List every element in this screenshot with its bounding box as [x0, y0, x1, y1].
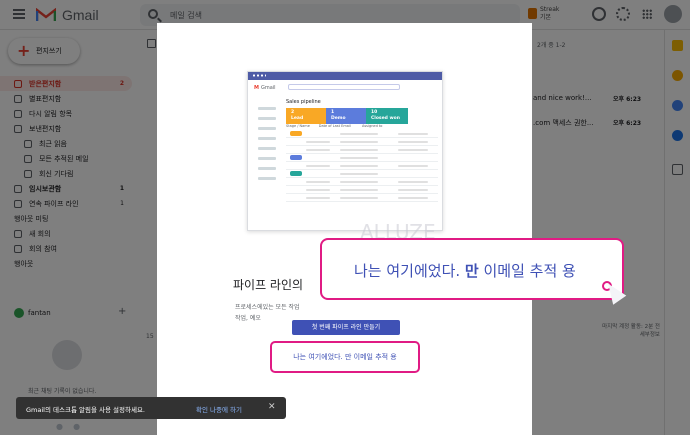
phone-icon[interactable]: ● — [73, 422, 80, 431]
zoom-callout: 나는 여기에었다. 만 이메일 추적 용 — [320, 238, 624, 300]
bottom-bar: ● ● — [56, 422, 80, 431]
email-tracking-only-link[interactable]: 나는 여기에었다. 만 이메일 추적 용 — [270, 341, 420, 373]
pipeline-modal: Gmail Sales pipeline 2 Lead 1 Demo 10 Cl… — [157, 23, 532, 435]
create-pipeline-button[interactable]: 첫 번째 파이프 라인 만들기 — [292, 320, 400, 335]
window-dots-icon — [252, 74, 266, 77]
illustration-app: Gmail — [254, 85, 276, 91]
desktop-notification-snackbar: Gmail의 데스크톱 알림을 사용 설정하세요. 확인 나중에 하기 ✕ — [16, 397, 286, 419]
stage-lead: 2 Lead — [286, 108, 326, 124]
stage-closed-won: 10 Closed won — [366, 108, 408, 124]
illustration-rows — [286, 130, 438, 202]
illustration-title: Sales pipeline — [286, 99, 321, 105]
illustration-search — [288, 84, 400, 90]
snackbar-actions[interactable]: 확인 나중에 하기 — [196, 404, 242, 414]
close-icon[interactable]: ✕ — [268, 402, 276, 412]
person-icon[interactable]: ● — [56, 422, 63, 431]
modal-description: 프로세스에있는 모든 작업 작업, 예오 — [235, 304, 300, 322]
modal-heading: 파이프 라인의 — [233, 278, 304, 292]
illustration-sidebar — [254, 100, 278, 220]
callout-text: 나는 여기에었다. 만 이메일 추적 용 — [354, 262, 576, 280]
pipeline-illustration: Gmail Sales pipeline 2 Lead 1 Demo 10 Cl… — [247, 71, 443, 231]
stage-demo: 1 Demo — [326, 108, 366, 124]
illustration-columns: Stage / Name Date of Last Email Assigned… — [286, 124, 383, 128]
